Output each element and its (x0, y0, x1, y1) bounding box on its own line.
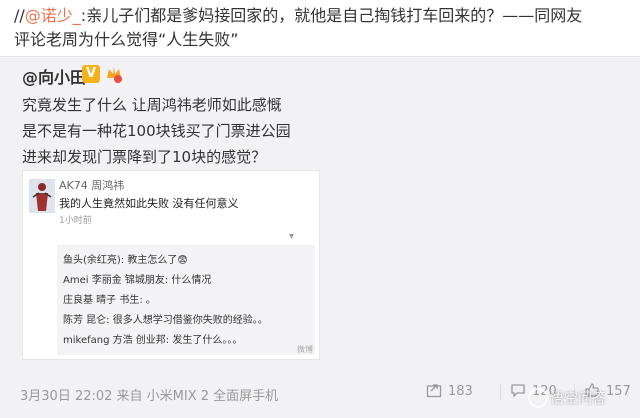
screenshot-timestamp: 1小时前 (59, 216, 92, 226)
attached-screenshot-image[interactable]: AK74 周鸿祎 我的人生竟然如此失败 没有任何意义 1小时前 ▾ 鱼头(余红亮… (22, 170, 320, 360)
verified-v-icon: V (82, 65, 100, 83)
post-text-line: 是不是有一种花100块钱买了门票进公园 (22, 122, 291, 140)
post-meta: 3月30日 22:02 来自 小米MIX 2 全面屏手机 (20, 389, 279, 404)
repost-mention-link[interactable]: @诺少_ (25, 6, 81, 25)
repost-icon (426, 384, 442, 398)
repost-text-line2: 评论老周为什么觉得“人生失败” (14, 30, 239, 49)
vip-badge-icon (107, 67, 122, 83)
screenshot-comment: 庄良基 晴子 书生: 。 (63, 295, 156, 306)
screenshot-comment: mikefang 方浩 创业邦: 发生了什么。。。 (63, 335, 243, 346)
repost-button[interactable]: 183 (426, 382, 473, 402)
screenshot-comment: Amei 李丽金 锦城朋友: 什么情况 (63, 275, 212, 286)
original-post-card: @向小田 V 究竟发生了什么 让周鸿祎老师如此感慨 是不是有一种花100块钱买了… (0, 58, 640, 418)
screenshot-watermark: 微博 (297, 345, 313, 354)
screenshot-comment: 陈芳 昆仑: 很多人想学习借鉴你失败的经验。。 (63, 315, 268, 326)
chevron-down-icon: ▾ (289, 231, 295, 242)
repost-prefix: // (14, 6, 25, 25)
corner-watermark: 悟空问答 (522, 378, 640, 418)
post-text-line: 究竟发生了什么 让周鸿祎老师如此感慨 (22, 96, 282, 114)
post-author[interactable]: @向小田 (22, 64, 86, 88)
repost-comment: //@诺少_:亲儿子们都是爹妈接回家的，就他是自己掏钱打车回来的？——同网友 评… (14, 4, 624, 52)
screenshot-comment-list: 鱼头(余红亮): 教主怎么了😨 Amei 李丽金 锦城朋友: 什么情况 庄良基 … (57, 245, 315, 355)
corner-watermark-text: 悟空问答 (550, 391, 606, 407)
divider (500, 384, 501, 400)
screenshot-post-text: 我的人生竟然如此失败 没有任何意义 (59, 197, 239, 210)
repost-header: //@诺少_:亲儿子们都是爹妈接回家的，就他是自己掏钱打车回来的？——同网友 评… (0, 0, 640, 57)
screenshot-comment: 鱼头(余红亮): 教主怎么了😨 (63, 255, 188, 266)
screenshot-user-name: AK74 周鸿祎 (59, 179, 125, 192)
repost-text-line1: :亲儿子们都是爹妈接回家的，就他是自己掏钱打车回来的？——同网友 (80, 6, 583, 25)
repost-count: 183 (448, 384, 473, 399)
post-text-line: 进来却发现门票降到了10块的感觉？ (22, 148, 267, 166)
watermark-logo-icon (528, 388, 548, 408)
screenshot-avatar (29, 179, 55, 213)
